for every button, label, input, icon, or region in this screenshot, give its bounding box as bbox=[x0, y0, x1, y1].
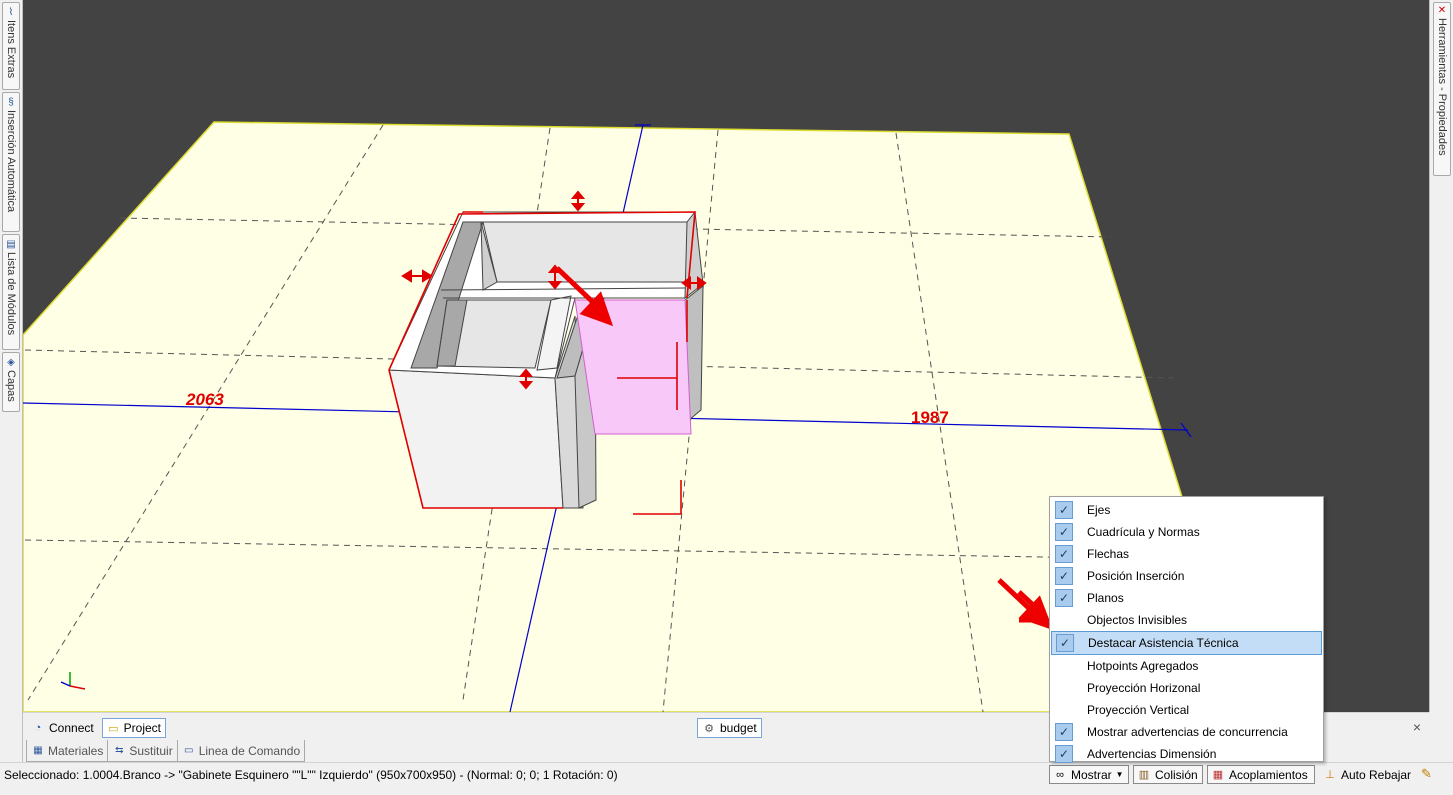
checkmark-icon: ✓ bbox=[1055, 545, 1073, 563]
tab-itens-extras[interactable]: ⌇ Itens Extras bbox=[2, 2, 20, 90]
menu-item-ejes[interactable]: ✓ Ejes bbox=[1050, 499, 1323, 521]
right-dock: ✕ Herramientas - Propiedades bbox=[1429, 0, 1453, 712]
menu-item-objectos-invisibles[interactable]: Objectos Invisibles bbox=[1050, 609, 1323, 631]
tab-sustituir-label: Sustituir bbox=[129, 743, 173, 758]
bottom-panel-tabs: ▦ Materiales ⇆ Sustituir ▭ Linea de Coma… bbox=[26, 740, 306, 762]
glasses-icon: ∞ bbox=[1056, 768, 1064, 781]
dimension-label-right: 1987 bbox=[911, 408, 949, 427]
folder-icon: ▭ bbox=[108, 722, 119, 735]
checkmark-icon: ✓ bbox=[1055, 523, 1073, 541]
menu-item-planos[interactable]: ✓ Planos bbox=[1050, 587, 1323, 609]
tab-budget[interactable]: ⚙ budget bbox=[697, 718, 762, 738]
colision-button[interactable]: ▥ Colisión bbox=[1133, 765, 1203, 784]
tab-project-label: Project bbox=[123, 721, 161, 735]
menu-item-flechas[interactable]: ✓ Flechas bbox=[1050, 543, 1323, 565]
tab-linea-de-comando-label: Linea de Comando bbox=[198, 743, 301, 758]
tab-connect[interactable]: ◔ Connect bbox=[27, 718, 98, 738]
chevron-down-icon: ▼ bbox=[1115, 770, 1124, 779]
status-bar: Seleccionado: 1.0004.Branco -> "Gabinete… bbox=[0, 762, 1453, 795]
tab-connect-label: Connect bbox=[49, 721, 94, 735]
checkmark-icon: ✓ bbox=[1055, 567, 1073, 585]
acoplamientos-button[interactable]: ▦ Acoplamientos bbox=[1207, 765, 1315, 784]
materials-icon: ▦ bbox=[33, 745, 43, 756]
checkmark-icon: ✓ bbox=[1056, 634, 1074, 652]
acoplamientos-label: Acoplamientos bbox=[1229, 767, 1308, 782]
tab-label: Itens Extras bbox=[5, 20, 17, 79]
tab-label: Inserción Automática bbox=[5, 110, 17, 213]
checkmark-icon: ✓ bbox=[1055, 501, 1073, 519]
tab-project[interactable]: ▭ Project bbox=[102, 718, 166, 738]
tab-label: Capas bbox=[5, 370, 17, 402]
menu-item-cuadricula[interactable]: ✓ Cuadrícula y Normas bbox=[1050, 521, 1323, 543]
colision-label: Colisión bbox=[1155, 767, 1198, 782]
brush-icon[interactable]: ✎ bbox=[1421, 766, 1432, 782]
highlighted-module[interactable] bbox=[574, 299, 692, 435]
mostrar-menu: ✓ Ejes ✓ Cuadrícula y Normas ✓ Flechas ✓ Pos… bbox=[1049, 496, 1324, 765]
tab-label: Herramientas - Propiedades bbox=[1436, 18, 1448, 156]
selection-status: Seleccionado: 1.0004.Branco -> "Gabinete… bbox=[4, 768, 618, 782]
replace-icon: ⇆ bbox=[115, 745, 124, 756]
menu-item-posicion-insercion[interactable]: ✓ Posición Inserción bbox=[1050, 565, 1323, 587]
close-icon[interactable]: × bbox=[1413, 719, 1421, 735]
tab-materiales-label: Materiales bbox=[48, 743, 104, 758]
tab-herramientas-propiedades[interactable]: ✕ Herramientas - Propiedades bbox=[1433, 2, 1451, 176]
dimension-label-left: 2063 bbox=[185, 390, 224, 409]
tab-insercion-automatica[interactable]: § Inserción Automática bbox=[2, 92, 20, 232]
tab-budget-label: budget bbox=[720, 721, 757, 735]
layers-icon: ◈ bbox=[7, 356, 15, 368]
tools-icon: ✕ bbox=[1437, 5, 1447, 16]
checkmark-icon: ✓ bbox=[1055, 589, 1073, 607]
tab-label: Lista de Módulos bbox=[5, 252, 17, 336]
coupling-icon: ▦ bbox=[1212, 769, 1224, 781]
menu-item-destacar-asistencia-tecnica[interactable]: ✓ Destacar Asistencia Técnica bbox=[1051, 631, 1322, 655]
menu-item-proyeccion-horizonal[interactable]: Proyección Horizonal bbox=[1050, 677, 1323, 699]
paperclip-icon: ⌇ bbox=[8, 6, 14, 18]
auto-lower-icon: ⊥ bbox=[1325, 769, 1335, 781]
mostrar-dropdown-button[interactable]: ∞ Mostrar ▼ bbox=[1049, 765, 1129, 784]
rss-icon: ◔ bbox=[34, 722, 42, 734]
command-line-icon: ▭ bbox=[183, 745, 194, 756]
collision-icon: ▥ bbox=[1138, 769, 1150, 781]
list-icon: ▤ bbox=[6, 238, 16, 250]
tab-sustituir[interactable]: ⇆ Sustituir bbox=[107, 740, 178, 762]
mostrar-label: Mostrar bbox=[1071, 767, 1112, 782]
tab-capas[interactable]: ◈ Capas bbox=[2, 352, 20, 412]
checkmark-icon: ✓ bbox=[1055, 745, 1073, 763]
auto-rebajar-button[interactable]: ⊥ Auto Rebajar bbox=[1320, 765, 1414, 784]
menu-item-proyeccion-vertical[interactable]: Proyección Vertical bbox=[1050, 699, 1323, 721]
tab-linea-de-comando[interactable]: ▭ Linea de Comando bbox=[176, 740, 306, 762]
tab-materiales[interactable]: ▦ Materiales bbox=[26, 740, 109, 762]
auto-rebajar-label: Auto Rebajar bbox=[1341, 767, 1412, 782]
menu-item-mostrar-advertencias[interactable]: ✓ Mostrar advertencias de concurrencia bbox=[1050, 721, 1323, 743]
budget-icon: ⚙ bbox=[704, 722, 714, 735]
links-icon: § bbox=[8, 96, 14, 108]
left-dock: ⌇ Itens Extras § Inserción Automática ▤ … bbox=[0, 0, 23, 762]
checkmark-icon: ✓ bbox=[1055, 723, 1073, 741]
menu-item-hotpoints-agregados[interactable]: Hotpoints Agregados bbox=[1050, 655, 1323, 677]
menu-item-advertencias-dimension[interactable]: ✓ Advertencias Dimensión bbox=[1050, 743, 1323, 765]
tab-lista-de-modulos[interactable]: ▤ Lista de Módulos bbox=[2, 234, 20, 350]
